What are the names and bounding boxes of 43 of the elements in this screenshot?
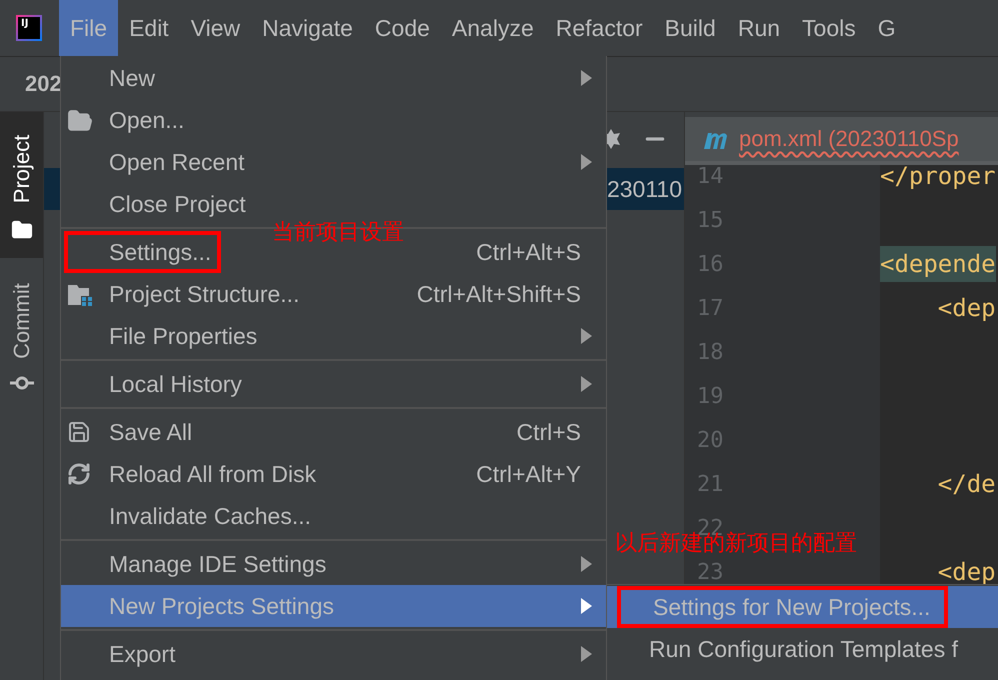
menu-title[interactable]: Build: [654, 0, 727, 56]
menu-item[interactable]: New: [61, 57, 606, 99]
annotation-text: 当前项目设置: [272, 218, 404, 246]
menu-item[interactable]: Project Structure... Ctrl+Alt+Shift+S: [61, 273, 606, 315]
menu-item[interactable]: Reload All from Disk Ctrl+Alt+Y: [61, 453, 606, 495]
project-structure-icon: [67, 282, 93, 306]
code-line: <dep: [936, 557, 996, 588]
submenu-arrow-icon: [581, 646, 592, 662]
submenu-arrow-icon: [581, 154, 592, 170]
tool-window-tab[interactable]: Commit: [0, 258, 43, 408]
menu-title[interactable]: Analyze: [440, 0, 545, 56]
menu-item[interactable]: Run Configuration Templates f: [607, 628, 998, 670]
menu-title[interactable]: G: [866, 0, 907, 56]
submenu-arrow-icon: [581, 328, 592, 344]
submenu-arrow-icon: [581, 376, 592, 392]
submenu-arrow-icon: [581, 598, 592, 614]
menu-title[interactable]: Navigate: [251, 0, 364, 56]
menu-item[interactable]: Manage IDE Settings: [61, 543, 606, 585]
menu-item[interactable]: Local History: [61, 363, 606, 405]
project-name[interactable]: 202: [25, 71, 62, 97]
code-line: </proper: [880, 165, 996, 192]
menu-title[interactable]: Refactor: [544, 0, 654, 56]
menu-item[interactable]: Export: [61, 633, 606, 675]
menu-item[interactable]: Save All Ctrl+S: [61, 411, 606, 453]
tool-window-tab[interactable]: Project: [0, 112, 43, 258]
reload-icon: [67, 462, 91, 486]
code-line: </de: [936, 469, 996, 500]
menu-title[interactable]: Run: [726, 0, 792, 56]
menu-item[interactable]: Invalidate Caches...: [61, 495, 606, 537]
menu-title[interactable]: View: [180, 0, 252, 56]
folder-icon: [10, 219, 32, 241]
save-icon: [67, 420, 91, 444]
menu-item[interactable]: Open...: [61, 99, 606, 141]
submenu-arrow-icon: [581, 70, 592, 86]
menu-title[interactable]: Edit: [118, 0, 180, 56]
commit-icon: [10, 376, 34, 390]
code-line: <dep: [936, 293, 996, 324]
app-logo[interactable]: IJ: [16, 15, 42, 41]
menu-title[interactable]: Code: [364, 0, 441, 56]
menu-title[interactable]: Tools: [791, 0, 867, 56]
menu-item[interactable]: File Properties: [61, 315, 606, 357]
menu-item[interactable]: Open Recent: [61, 141, 606, 183]
submenu-arrow-icon: [581, 556, 592, 572]
